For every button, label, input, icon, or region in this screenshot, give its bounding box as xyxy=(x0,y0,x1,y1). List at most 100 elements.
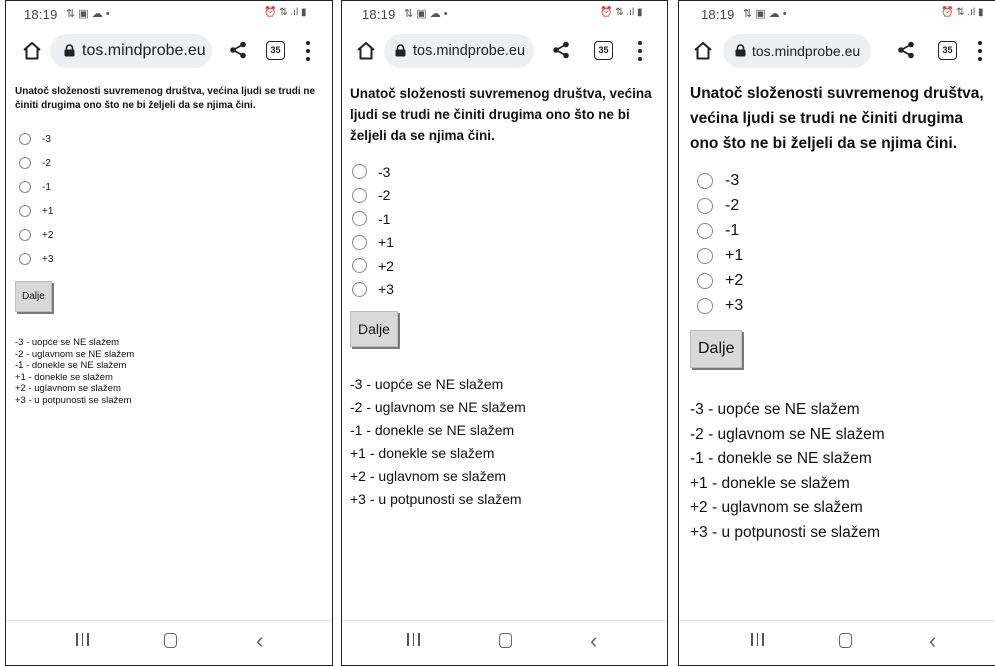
android-nav-bar: ‹ xyxy=(679,620,995,665)
option-plus1[interactable]: +1 xyxy=(15,199,323,223)
legend-item: +2 - uglavnom se slažem xyxy=(15,383,121,394)
phone-screenshot-large: 18:19 ⇅ ▣ ☁ • ⏰ ⇅ .ıl ▮ tos.mindprobe.eu… xyxy=(678,0,995,666)
tab-counter-button[interactable]: 35 xyxy=(266,41,285,60)
legend-item: -2 - uglavnom se NE slažem xyxy=(15,348,135,360)
scale-legend: -3 - uopće se NE slažem -2 - uglavnom se… xyxy=(690,398,986,545)
overflow-menu-icon[interactable] xyxy=(978,41,982,65)
browser-toolbar: tos.mindprobe.eu 35 xyxy=(342,27,667,73)
option-minus1[interactable]: -1 xyxy=(350,207,659,231)
home-nav-icon[interactable] xyxy=(839,633,852,648)
option-minus3[interactable]: -3 xyxy=(690,168,986,193)
option-label: +2 xyxy=(725,271,744,289)
next-button[interactable]: Dalje xyxy=(350,311,398,347)
radio-button[interactable] xyxy=(19,229,31,241)
option-label: +1 xyxy=(725,246,744,264)
radio-button[interactable] xyxy=(19,205,31,217)
legend-item: +3 - u potpunosti se slažem xyxy=(15,394,132,406)
next-button[interactable]: Dalje xyxy=(15,281,52,312)
radio-button[interactable] xyxy=(19,157,31,169)
radio-button[interactable] xyxy=(697,247,713,264)
back-icon[interactable]: ‹ xyxy=(256,630,263,652)
radio-button[interactable] xyxy=(352,258,367,274)
radio-button[interactable] xyxy=(697,297,713,314)
radio-button[interactable] xyxy=(352,211,367,227)
share-icon[interactable] xyxy=(229,41,247,59)
option-plus1[interactable]: +1 xyxy=(350,231,659,255)
option-plus1[interactable]: +1 xyxy=(690,243,986,268)
legend-item: -1 - donekle se NE slažem xyxy=(350,422,515,438)
radio-button[interactable] xyxy=(697,222,713,239)
status-right-icons: ⏰ ⇅ .ıl ▮ xyxy=(264,7,307,18)
answer-options: -3 -2 -1 +1 +2 +3 xyxy=(350,160,659,301)
legend-item: -3 - uopće se NE slažem xyxy=(690,401,860,418)
recents-icon[interactable] xyxy=(76,633,89,646)
home-icon[interactable] xyxy=(693,41,713,60)
legend-item: -2 - uglavnom se NE slažem xyxy=(350,399,526,415)
back-icon[interactable]: ‹ xyxy=(590,630,597,652)
status-bar: 18:19 ⇅ ▣ ☁ • ⏰ ⇅ .ıl ▮ xyxy=(6,1,332,27)
option-minus2[interactable]: -2 xyxy=(690,193,986,218)
question-text: Unatoč složenosti suvremenog društva, ve… xyxy=(690,85,984,152)
home-icon[interactable] xyxy=(356,41,376,60)
option-plus2[interactable]: +2 xyxy=(15,223,323,247)
status-time: 18:19 xyxy=(362,7,396,22)
option-label: -1 xyxy=(378,210,391,227)
radio-button[interactable] xyxy=(697,172,713,189)
option-label: +2 xyxy=(42,229,54,241)
address-bar[interactable]: tos.mindprobe.eu xyxy=(723,34,871,68)
option-minus3[interactable]: -3 xyxy=(350,160,659,184)
radio-button[interactable] xyxy=(19,133,31,145)
legend-item: -1 - donekle se NE slažem xyxy=(690,450,872,467)
tab-counter-button[interactable]: 35 xyxy=(594,41,613,60)
android-nav-bar: ‹ xyxy=(6,620,332,665)
option-label: -2 xyxy=(42,157,51,169)
home-nav-icon[interactable] xyxy=(499,633,512,648)
radio-button[interactable] xyxy=(352,164,367,180)
radio-button[interactable] xyxy=(19,253,31,265)
legend-item: +3 - u potpunosti se slažem xyxy=(690,523,880,541)
option-label: -1 xyxy=(42,181,51,193)
option-minus1[interactable]: -1 xyxy=(690,218,986,243)
legend-item: +1 - donekle se slažem xyxy=(350,445,495,461)
option-plus3[interactable]: +3 xyxy=(690,293,986,318)
status-left-icons: ⇅ ▣ ☁ • xyxy=(743,8,787,20)
address-bar[interactable]: tos.mindprobe.eu xyxy=(384,34,534,68)
radio-button[interactable] xyxy=(697,197,713,214)
home-nav-icon[interactable] xyxy=(164,633,177,648)
legend-item: +1 - donekle se slažem xyxy=(15,371,113,383)
option-plus3[interactable]: +3 xyxy=(15,247,323,271)
overflow-menu-icon[interactable] xyxy=(306,41,310,65)
option-minus3[interactable]: -3 xyxy=(15,127,323,151)
option-plus2[interactable]: +2 xyxy=(690,268,986,293)
recents-icon[interactable] xyxy=(751,633,764,646)
next-button[interactable]: Dalje xyxy=(690,330,743,368)
status-left-icons: ⇅ ▣ ☁ • xyxy=(404,8,448,20)
option-label: -3 xyxy=(42,133,51,145)
option-plus3[interactable]: +3 xyxy=(350,278,659,302)
radio-button[interactable] xyxy=(352,187,367,203)
home-icon[interactable] xyxy=(22,41,42,60)
scale-legend: -3 - uopće se NE slažem -2 - uglavnom se… xyxy=(15,337,323,406)
legend-item: +2 - uglavnom se slažem xyxy=(350,468,507,484)
option-label: +3 xyxy=(42,253,54,265)
share-icon[interactable] xyxy=(552,41,570,59)
option-plus2[interactable]: +2 xyxy=(350,254,659,278)
overflow-menu-icon[interactable] xyxy=(638,41,642,65)
option-minus2[interactable]: -2 xyxy=(350,184,659,208)
option-minus2[interactable]: -2 xyxy=(15,151,323,175)
scale-legend: -3 - uopće se NE slažem -2 - uglavnom se… xyxy=(350,373,659,511)
radio-button[interactable] xyxy=(697,272,713,289)
recents-icon[interactable] xyxy=(407,633,420,646)
option-label: +2 xyxy=(378,257,394,274)
option-minus1[interactable]: -1 xyxy=(15,175,323,199)
back-icon[interactable]: ‹ xyxy=(929,630,936,652)
status-right-icons: ⏰ ⇅ .ıl ▮ xyxy=(941,7,984,18)
radio-button[interactable] xyxy=(19,181,31,193)
share-icon[interactable] xyxy=(897,41,915,59)
address-bar[interactable]: tos.mindprobe.eu xyxy=(50,34,212,68)
status-left-icons: ⇅ ▣ ☁ • xyxy=(66,8,110,20)
radio-button[interactable] xyxy=(352,281,367,297)
tab-counter-button[interactable]: 35 xyxy=(938,41,957,60)
radio-button[interactable] xyxy=(352,234,367,250)
page-content: Unatoč složenosti suvremenog društva, ve… xyxy=(342,83,667,511)
